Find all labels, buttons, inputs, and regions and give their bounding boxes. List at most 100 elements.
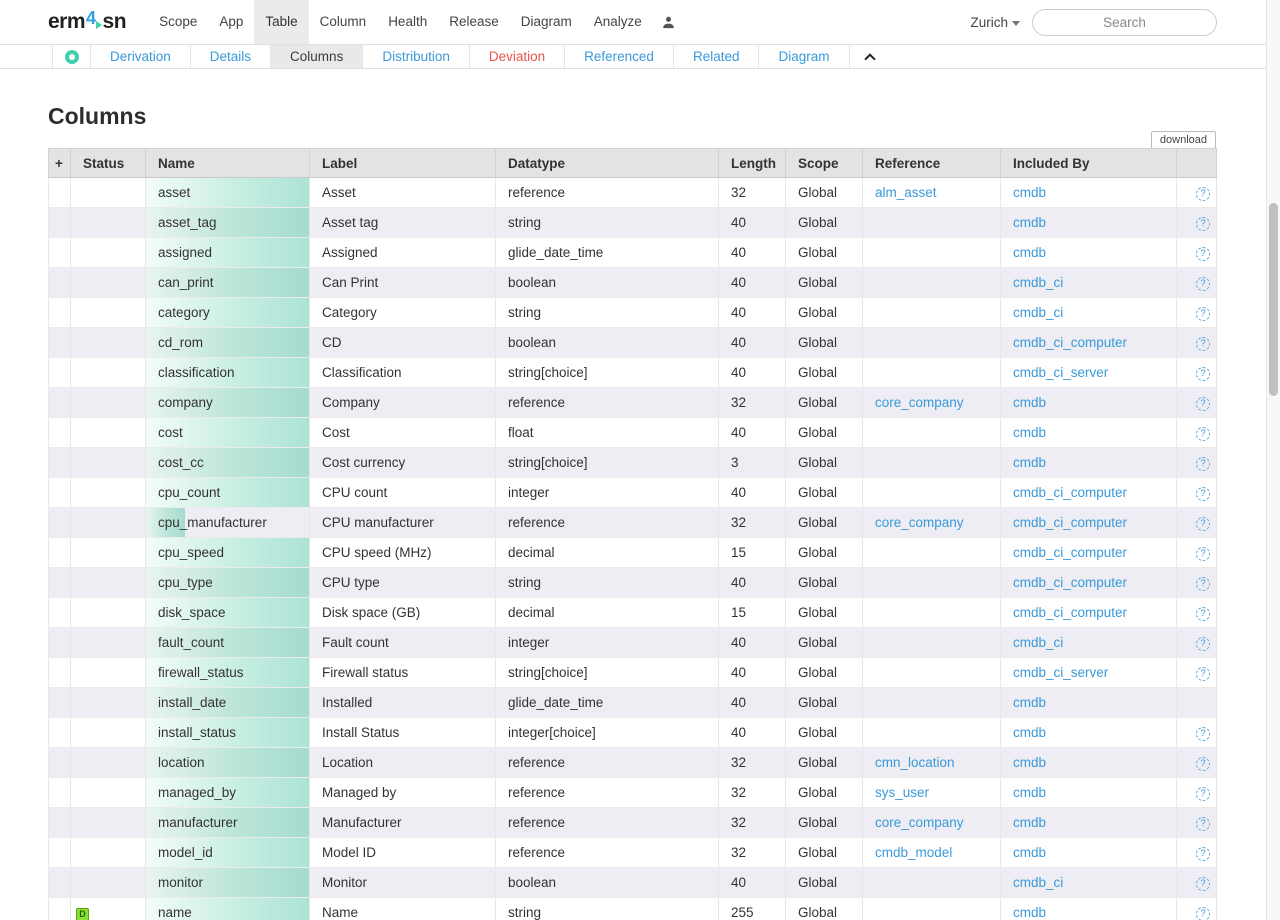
help-icon[interactable]: ?: [1196, 817, 1210, 831]
help-icon[interactable]: ?: [1196, 787, 1210, 801]
help-icon[interactable]: ?: [1196, 547, 1210, 561]
included-by-link[interactable]: cmdb: [1013, 815, 1046, 830]
help-icon[interactable]: ?: [1196, 847, 1210, 861]
tab-distribution[interactable]: Distribution: [363, 45, 470, 68]
help-icon[interactable]: ?: [1196, 517, 1210, 531]
user-profile-icon[interactable]: [661, 15, 676, 30]
help-icon[interactable]: ?: [1196, 277, 1210, 291]
tab-derivation[interactable]: Derivation: [91, 45, 191, 68]
tab-related[interactable]: Related: [674, 45, 760, 68]
included-by-link[interactable]: cmdb_ci_server: [1013, 665, 1108, 680]
help-icon[interactable]: ?: [1196, 607, 1210, 621]
included-by-link[interactable]: cmdb: [1013, 845, 1046, 860]
help-icon[interactable]: ?: [1196, 367, 1210, 381]
tab-details[interactable]: Details: [191, 45, 271, 68]
help-icon[interactable]: ?: [1196, 187, 1210, 201]
nav-item-health[interactable]: Health: [377, 0, 438, 44]
help-icon[interactable]: ?: [1196, 307, 1210, 321]
search-input[interactable]: [1032, 9, 1217, 36]
region-dropdown[interactable]: Zurich: [970, 15, 1020, 30]
included-by-link[interactable]: cmdb: [1013, 215, 1046, 230]
included-by-link[interactable]: cmdb_ci: [1013, 635, 1063, 650]
nav-item-column[interactable]: Column: [309, 0, 378, 44]
download-button[interactable]: download: [1151, 131, 1216, 149]
help-icon[interactable]: ?: [1196, 487, 1210, 501]
included-by-link[interactable]: cmdb: [1013, 245, 1046, 260]
status-cell: [71, 568, 146, 598]
help-cell: ?: [1177, 298, 1217, 328]
logo-four: 4: [86, 8, 96, 29]
help-cell: ?: [1177, 448, 1217, 478]
help-icon[interactable]: ?: [1196, 877, 1210, 891]
help-icon[interactable]: ?: [1196, 397, 1210, 411]
vertical-scrollbar[interactable]: [1266, 0, 1280, 920]
help-icon[interactable]: ?: [1196, 337, 1210, 351]
help-icon[interactable]: ?: [1196, 217, 1210, 231]
help-icon[interactable]: ?: [1196, 457, 1210, 471]
target-donut-icon: [65, 50, 79, 64]
tab-diagram[interactable]: Diagram: [759, 45, 849, 68]
included-by-link[interactable]: cmdb_ci_computer: [1013, 335, 1127, 350]
help-icon[interactable]: ?: [1196, 577, 1210, 591]
status-cell: [71, 658, 146, 688]
scrollbar-thumb[interactable]: [1269, 203, 1278, 396]
help-icon[interactable]: ?: [1196, 427, 1210, 441]
reference-link[interactable]: core_company: [875, 815, 964, 830]
help-icon[interactable]: ?: [1196, 637, 1210, 651]
help-icon[interactable]: ?: [1196, 667, 1210, 681]
collapse-tabs-button[interactable]: [850, 45, 890, 68]
help-icon[interactable]: ?: [1196, 757, 1210, 771]
reference-link[interactable]: cmn_location: [875, 755, 955, 770]
label-cell: Manufacturer: [310, 808, 496, 838]
col-header-blank[interactable]: +: [49, 149, 71, 178]
datatype-cell: glide_date_time: [496, 688, 719, 718]
reference-link[interactable]: core_company: [875, 395, 964, 410]
tab-referenced[interactable]: Referenced: [565, 45, 674, 68]
help-icon[interactable]: ?: [1196, 727, 1210, 741]
included-by-link[interactable]: cmdb_ci_computer: [1013, 485, 1127, 500]
included-by-link[interactable]: cmdb: [1013, 905, 1046, 920]
included-by-link[interactable]: cmdb: [1013, 455, 1046, 470]
row-expand-cell: [49, 328, 71, 358]
row-expand-cell: [49, 898, 71, 920]
reference-link[interactable]: sys_user: [875, 785, 929, 800]
help-icon[interactable]: ?: [1196, 907, 1210, 920]
nav-item-diagram[interactable]: Diagram: [510, 0, 583, 44]
app-logo[interactable]: erm4sn: [48, 10, 126, 34]
row-expand-cell: [49, 868, 71, 898]
tab-deviation[interactable]: Deviation: [470, 45, 565, 68]
included-by-link[interactable]: cmdb: [1013, 725, 1046, 740]
nav-item-analyze[interactable]: Analyze: [583, 0, 653, 44]
included-by-link[interactable]: cmdb: [1013, 785, 1046, 800]
nav-item-app[interactable]: App: [208, 0, 254, 44]
included-by-link[interactable]: cmdb: [1013, 695, 1046, 710]
included-by-link[interactable]: cmdb_ci_computer: [1013, 605, 1127, 620]
scope-cell: Global: [786, 658, 863, 688]
included-by-link[interactable]: cmdb: [1013, 395, 1046, 410]
included-by-link[interactable]: cmdb_ci_computer: [1013, 545, 1127, 560]
name-cell: cost_cc: [146, 448, 310, 478]
nav-item-scope[interactable]: Scope: [148, 0, 208, 44]
included-by-link[interactable]: cmdb_ci: [1013, 875, 1063, 890]
included-by-link[interactable]: cmdb: [1013, 755, 1046, 770]
nav-item-release[interactable]: Release: [438, 0, 510, 44]
status-cell: [71, 838, 146, 868]
label-cell: CPU type: [310, 568, 496, 598]
tab-bar: DerivationDetailsColumnsDistributionDevi…: [0, 44, 1280, 69]
included-by-link[interactable]: cmdb: [1013, 425, 1046, 440]
included-by-link[interactable]: cmdb_ci_computer: [1013, 515, 1127, 530]
included-by-link[interactable]: cmdb_ci_server: [1013, 365, 1108, 380]
included-by-link[interactable]: cmdb_ci: [1013, 275, 1063, 290]
nav-item-table[interactable]: Table: [254, 0, 308, 44]
length-cell: 32: [719, 808, 786, 838]
reference-link[interactable]: alm_asset: [875, 185, 937, 200]
included-by-link[interactable]: cmdb_ci: [1013, 305, 1063, 320]
columns-table-container: +StatusNameLabelDatatypeLengthScopeRefer…: [48, 148, 1216, 920]
included-by-link[interactable]: cmdb: [1013, 185, 1046, 200]
reference-link[interactable]: core_company: [875, 515, 964, 530]
label-cell: Firewall status: [310, 658, 496, 688]
reference-link[interactable]: cmdb_model: [875, 845, 952, 860]
tab-columns[interactable]: Columns: [271, 45, 363, 68]
included-by-link[interactable]: cmdb_ci_computer: [1013, 575, 1127, 590]
help-icon[interactable]: ?: [1196, 247, 1210, 261]
